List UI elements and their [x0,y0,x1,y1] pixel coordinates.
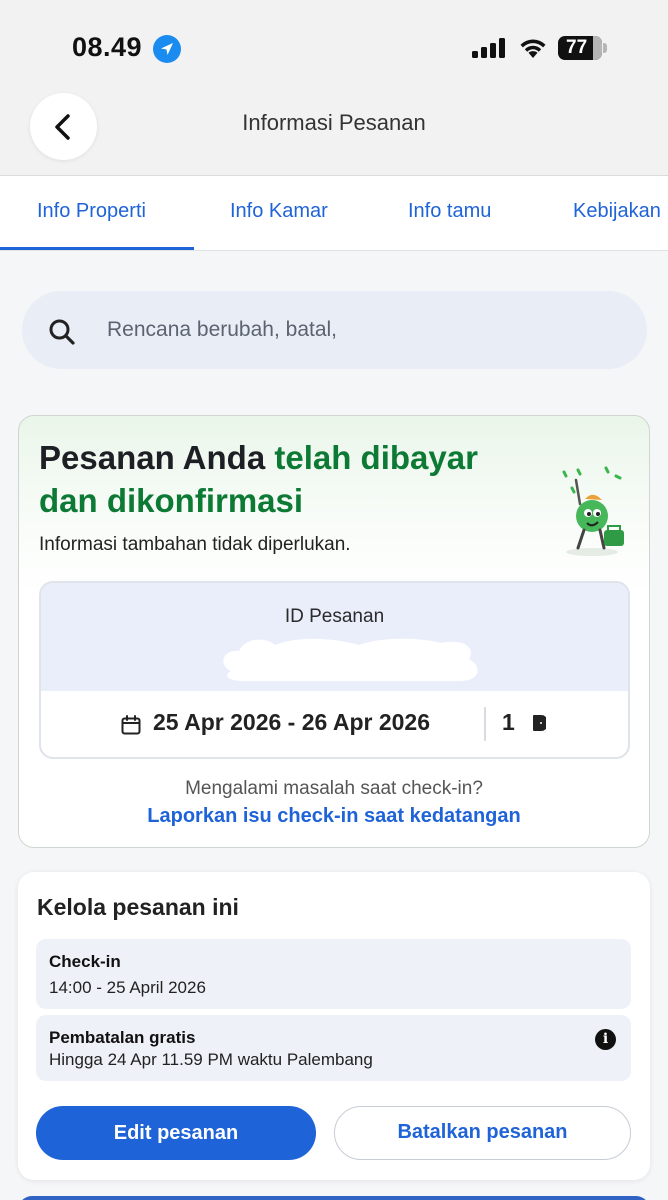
location-arrow-icon [153,35,181,63]
status-title-prefix: Pesanan Anda [39,439,275,476]
page-title: Informasi Pesanan [242,110,426,135]
stay-dates-row: 25 Apr 2026 - 26 Apr 2026 1 [41,691,628,757]
checkin-info-block: Check-in 14:00 - 25 April 2026 [36,939,631,1009]
checkin-label: Check-in [49,952,121,971]
status-subtitle: Informasi tambahan tidak diperlukan. [39,534,351,555]
calendar-icon [121,715,141,735]
booking-status-card: Pesanan Anda telah dibayar dan dikonfirm… [18,415,650,848]
edit-booking-button[interactable]: Edit pesanan [36,1106,316,1160]
divider [484,707,486,741]
tab-info-properti[interactable]: Info Properti [37,200,146,223]
next-card-edge [18,1196,650,1200]
manage-booking-title: Kelola pesanan ini [37,894,239,920]
info-icon[interactable]: i [595,1029,616,1050]
redacted-booking-id [223,638,478,681]
tab-bar: Info Properti Info Kamar Info tamu Kebij… [0,175,668,251]
top-bar-area: 08.49 77 Informasi Pesanan [0,0,668,175]
search-placeholder: Rencana berubah, batal, [107,318,338,341]
cancellation-value: Hingga 24 Apr 11.59 PM waktu Palembang [49,1050,373,1069]
battery-icon: 77 [558,36,602,60]
wifi-icon [520,39,546,58]
report-checkin-issue-link[interactable]: Laporkan isu check-in saat kedatangan [19,805,649,828]
status-time: 08.49 [72,32,143,62]
tab-info-kamar[interactable]: Info Kamar [230,200,328,223]
active-tab-indicator [0,247,194,250]
cancel-booking-button[interactable]: Batalkan pesanan [334,1106,631,1160]
mascot-illustration [562,466,624,556]
tab-info-tamu[interactable]: Info tamu [408,200,491,223]
door-icon [533,715,546,731]
booking-status-title: Pesanan Anda telah dibayar dan dikonfirm… [39,436,539,522]
cancellation-info-block: Pembatalan gratis Hingga 24 Apr 11.59 PM… [36,1015,631,1081]
battery-nub [603,43,607,53]
search-icon [49,319,75,345]
cancellation-label: Pembatalan gratis [49,1028,196,1047]
search-input[interactable]: Rencana berubah, batal, [22,291,647,369]
cellular-signal-icon [472,38,506,58]
booking-id-box: ID Pesanan 25 Apr 2026 - 26 Apr 2026 1 [39,581,630,759]
stay-dates: 25 Apr 2026 - 26 Apr 2026 [153,709,431,735]
checkin-value: 14:00 - 25 April 2026 [49,978,206,997]
manage-booking-card: Kelola pesanan ini Check-in 14:00 - 25 A… [18,872,650,1180]
booking-id-section: ID Pesanan [41,583,628,691]
room-count: 1 [502,709,515,735]
battery-level: 77 [566,37,588,58]
checkin-issue-question: Mengalami masalah saat check-in? [185,778,483,799]
tab-kebijakan[interactable]: Kebijakan [573,200,661,223]
